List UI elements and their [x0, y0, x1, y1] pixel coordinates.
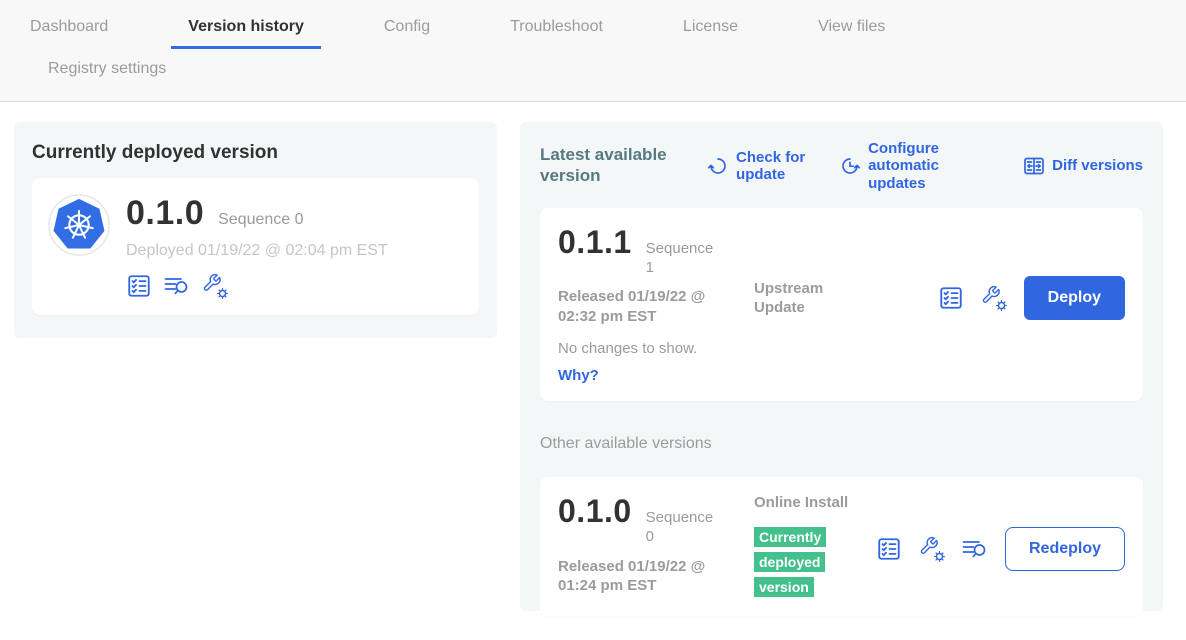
- tab-view-files[interactable]: View files: [801, 9, 902, 49]
- latest-version-card: 0.1.1 Sequence 1 Released 01/19/22 @ 02:…: [540, 208, 1143, 402]
- edit-config-icon[interactable]: [919, 536, 945, 562]
- nav-row-primary: Dashboard Version history Config Trouble…: [0, 9, 1186, 49]
- tab-config[interactable]: Config: [367, 9, 447, 49]
- deployed-timestamp: Deployed 01/19/22 @ 02:04 pm EST: [126, 242, 388, 260]
- configure-automatic-updates-link[interactable]: Configure automatic updates: [839, 140, 996, 192]
- latest-available-panel: Latest available version Check for updat…: [520, 122, 1163, 611]
- other-released-timestamp: Released 01/19/22 @ 01:24 pm EST: [558, 557, 743, 596]
- check-for-update-link[interactable]: Check for update: [707, 149, 812, 184]
- latest-sequence: Sequence 1: [646, 240, 721, 278]
- currently-deployed-badge: Currently deployed version: [754, 527, 826, 597]
- deployed-version-card: 0.1.0 Sequence 0 Deployed 01/19/22 @ 02:…: [32, 178, 479, 315]
- tab-license[interactable]: License: [666, 9, 755, 49]
- latest-version-source: Upstream Update: [754, 224, 866, 318]
- preflight-checks-icon[interactable]: [126, 273, 152, 299]
- schedule-update-icon: [839, 155, 861, 177]
- preflight-checks-icon[interactable]: [938, 285, 964, 311]
- latest-header: Latest available version Check for updat…: [540, 140, 1143, 192]
- other-version-number: 0.1.0: [558, 493, 632, 530]
- kubernetes-logo-icon: [48, 194, 110, 256]
- preflight-checks-icon[interactable]: [876, 536, 902, 562]
- edit-config-icon[interactable]: [981, 285, 1007, 311]
- tab-dashboard[interactable]: Dashboard: [13, 9, 125, 49]
- deploy-logs-icon[interactable]: [164, 273, 190, 299]
- why-link[interactable]: Why?: [558, 367, 599, 384]
- no-changes-text: No changes to show.: [558, 340, 1125, 357]
- latest-released-timestamp: Released 01/19/22 @ 02:32 pm EST: [558, 287, 743, 326]
- diff-versions-link[interactable]: Diff versions: [1023, 155, 1143, 177]
- redeploy-button[interactable]: Redeploy: [1005, 527, 1125, 571]
- latest-available-title: Latest available version: [540, 145, 680, 186]
- currently-deployed-badge-wrap: Currently deployed version: [754, 525, 846, 600]
- other-version-card: 0.1.0 Sequence 0 Released 01/19/22 @ 01:…: [540, 477, 1143, 616]
- diff-icon: [1023, 155, 1045, 177]
- nav-row-secondary: Registry settings: [0, 51, 1186, 101]
- deploy-button[interactable]: Deploy: [1024, 276, 1125, 320]
- latest-version-number: 0.1.1: [558, 224, 632, 261]
- other-version-source-col: Online Install Currently deployed versio…: [754, 493, 866, 600]
- currently-deployed-title: Currently deployed version: [32, 142, 479, 164]
- tab-version-history[interactable]: Version history: [171, 9, 321, 49]
- deployed-version-info: 0.1.0 Sequence 0 Deployed 01/19/22 @ 02:…: [126, 194, 388, 299]
- other-version-source: Online Install: [754, 493, 866, 513]
- deployed-version-number: 0.1.0: [126, 194, 204, 233]
- deploy-logs-icon[interactable]: [962, 536, 988, 562]
- tab-registry-settings[interactable]: Registry settings: [31, 51, 183, 91]
- currently-deployed-panel: Currently deployed version: [14, 122, 497, 338]
- tab-troubleshoot[interactable]: Troubleshoot: [493, 9, 620, 49]
- other-version-info: 0.1.0 Sequence 0 Released 01/19/22 @ 01:…: [558, 493, 754, 596]
- other-sequence: Sequence 0: [646, 509, 721, 547]
- latest-version-info: 0.1.1 Sequence 1 Released 01/19/22 @ 02:…: [558, 224, 754, 327]
- other-versions-title: Other available versions: [540, 435, 1143, 453]
- deployed-sequence: Sequence 0: [218, 211, 303, 229]
- refresh-icon: [707, 155, 729, 177]
- edit-config-icon[interactable]: [202, 273, 228, 299]
- top-nav: Dashboard Version history Config Trouble…: [0, 0, 1186, 102]
